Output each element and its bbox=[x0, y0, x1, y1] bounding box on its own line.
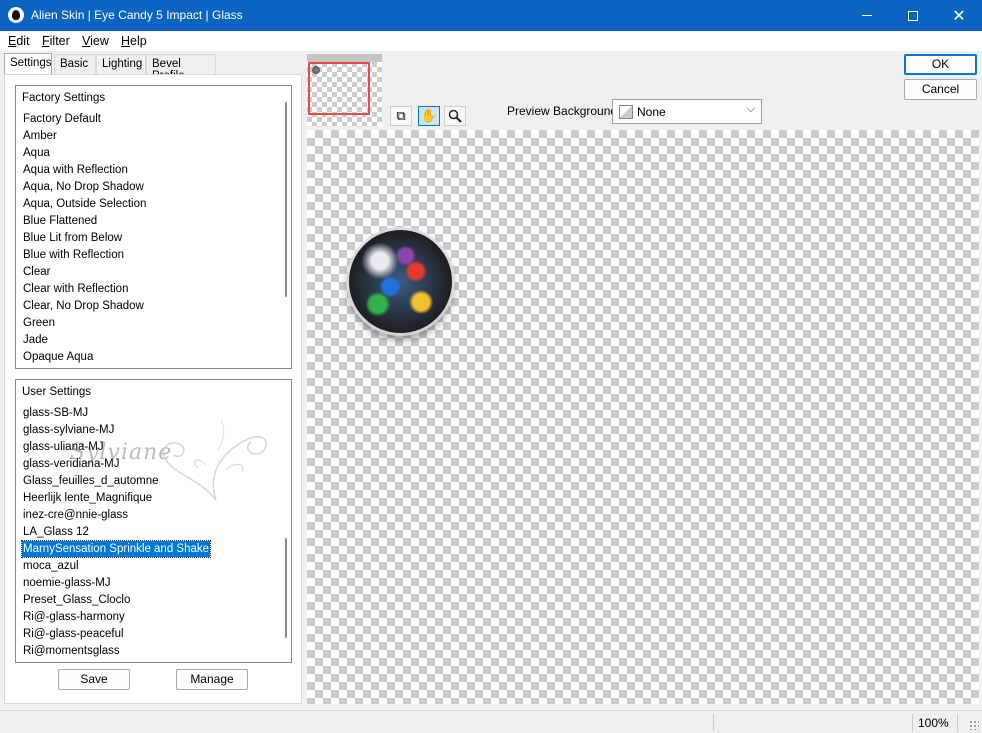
close-icon: ✕ bbox=[952, 7, 966, 25]
user-settings-list[interactable]: Sylviane User Settings glass-SB-MJ glass… bbox=[15, 379, 292, 663]
minimize-button[interactable] bbox=[844, 0, 890, 31]
zoom-tool-button[interactable] bbox=[444, 106, 466, 126]
app-icon[interactable] bbox=[8, 7, 24, 23]
thumbnail-orb bbox=[312, 66, 320, 74]
factory-setting-item[interactable]: Opaque Aqua bbox=[22, 349, 94, 365]
user-setting-item[interactable]: LA_Glass 12 bbox=[22, 524, 90, 540]
ok-button[interactable]: OK bbox=[904, 54, 977, 75]
factory-setting-item[interactable]: Green bbox=[22, 315, 56, 331]
factory-setting-item[interactable]: Aqua bbox=[22, 145, 51, 161]
status-bar: 100% bbox=[0, 710, 982, 733]
factory-setting-item[interactable]: Blue with Reflection bbox=[22, 247, 125, 263]
user-setting-item[interactable]: Ri@-glass-peaceful bbox=[22, 626, 125, 642]
user-setting-item[interactable]: glass-veridiana-MJ bbox=[22, 456, 121, 472]
maximize-button[interactable] bbox=[890, 0, 936, 31]
user-setting-item[interactable]: Glass_feuilles_d_automne bbox=[22, 473, 160, 489]
factory-setting-item[interactable]: Clear, No Drop Shadow bbox=[22, 298, 145, 314]
preview-background-select[interactable]: None ⌵ bbox=[612, 99, 762, 124]
zoom-icon bbox=[448, 109, 462, 123]
preview-canvas[interactable] bbox=[307, 130, 979, 704]
maximize-icon bbox=[908, 10, 918, 21]
zoom-level: 100% bbox=[918, 716, 949, 730]
user-setting-item[interactable]: Ri@-glass-harmony bbox=[22, 609, 126, 625]
preview-background-label: Preview Background: bbox=[507, 104, 621, 118]
status-divider bbox=[912, 714, 913, 731]
resize-grip-icon[interactable] bbox=[969, 720, 979, 730]
glass-orb-preview bbox=[349, 230, 452, 333]
title-bar: Alien Skin | Eye Candy 5 Impact | Glass … bbox=[0, 0, 982, 31]
user-setting-item[interactable]: glass-SB-MJ bbox=[22, 405, 89, 421]
factory-setting-item[interactable]: Blue Flattened bbox=[22, 213, 98, 229]
minimize-icon bbox=[862, 15, 872, 16]
user-setting-item[interactable]: glass-uliana-MJ bbox=[22, 439, 105, 455]
factory-setting-item[interactable]: Aqua, No Drop Shadow bbox=[22, 179, 145, 195]
status-divider bbox=[957, 714, 958, 731]
navigator-icon: ⧉ bbox=[396, 108, 406, 123]
cancel-button[interactable]: Cancel bbox=[904, 79, 977, 100]
user-setting-item[interactable]: Ri@momentsglass bbox=[22, 643, 121, 659]
navigator-thumbnail[interactable] bbox=[307, 54, 382, 126]
tab-settings[interactable]: Settings bbox=[4, 53, 52, 74]
factory-setting-item[interactable]: Clear bbox=[22, 264, 51, 280]
tab-lighting[interactable]: Lighting bbox=[96, 54, 146, 74]
settings-panel: Factory Settings Factory Default Amber A… bbox=[4, 74, 302, 704]
user-setting-item-selected[interactable]: MarnySensation Sprinkle and Shake bbox=[20, 540, 212, 558]
preview-background-value: None bbox=[637, 105, 666, 119]
menu-edit[interactable]: Edit bbox=[8, 34, 30, 48]
hand-tool-button[interactable]: ✋ bbox=[418, 106, 440, 126]
factory-list-scrollbar[interactable] bbox=[285, 102, 287, 297]
navigator-tool-button[interactable]: ⧉ bbox=[390, 106, 412, 126]
manage-button[interactable]: Manage bbox=[176, 669, 248, 690]
background-swatch bbox=[619, 105, 633, 119]
factory-setting-item[interactable]: Amber bbox=[22, 128, 58, 144]
user-list-scrollbar[interactable] bbox=[285, 538, 287, 638]
user-setting-item[interactable]: glass-sylviane-MJ bbox=[22, 422, 115, 438]
factory-settings-list[interactable]: Factory Settings Factory Default Amber A… bbox=[15, 85, 292, 369]
menu-bar: Edit Filter View Help bbox=[0, 31, 982, 51]
factory-setting-item[interactable]: Jade bbox=[22, 332, 49, 348]
tab-bevel-profile[interactable]: Bevel Profile bbox=[146, 54, 216, 82]
user-setting-item[interactable]: moca_azul bbox=[22, 558, 80, 574]
save-button[interactable]: Save bbox=[58, 669, 130, 690]
tab-basic[interactable]: Basic bbox=[54, 54, 96, 74]
window-title: Alien Skin | Eye Candy 5 Impact | Glass bbox=[31, 8, 243, 22]
factory-setting-item[interactable]: Aqua, Outside Selection bbox=[22, 196, 147, 212]
factory-setting-item[interactable]: Aqua with Reflection bbox=[22, 162, 129, 178]
menu-view[interactable]: View bbox=[82, 34, 109, 48]
factory-setting-item[interactable]: Factory Default bbox=[22, 111, 102, 127]
factory-setting-item[interactable]: Blue Lit from Below bbox=[22, 230, 123, 246]
factory-settings-header: Factory Settings bbox=[22, 92, 106, 104]
chevron-down-icon: ⌵ bbox=[746, 103, 755, 115]
menu-filter[interactable]: Filter bbox=[42, 34, 70, 48]
hand-icon: ✋ bbox=[420, 108, 438, 123]
status-divider bbox=[713, 714, 714, 731]
close-button[interactable]: ✕ bbox=[936, 0, 982, 31]
user-settings-header: User Settings bbox=[22, 386, 92, 398]
user-setting-item[interactable]: Preset_Glass_Cloclo bbox=[22, 592, 131, 608]
menu-help[interactable]: Help bbox=[121, 34, 147, 48]
user-setting-item[interactable]: inez-cre@nnie-glass bbox=[22, 507, 129, 523]
factory-setting-item[interactable]: Clear with Reflection bbox=[22, 281, 129, 297]
user-setting-item[interactable]: noemie-glass-MJ bbox=[22, 575, 112, 591]
user-setting-item[interactable]: Heerlijk lente_Magnifique bbox=[22, 490, 153, 506]
